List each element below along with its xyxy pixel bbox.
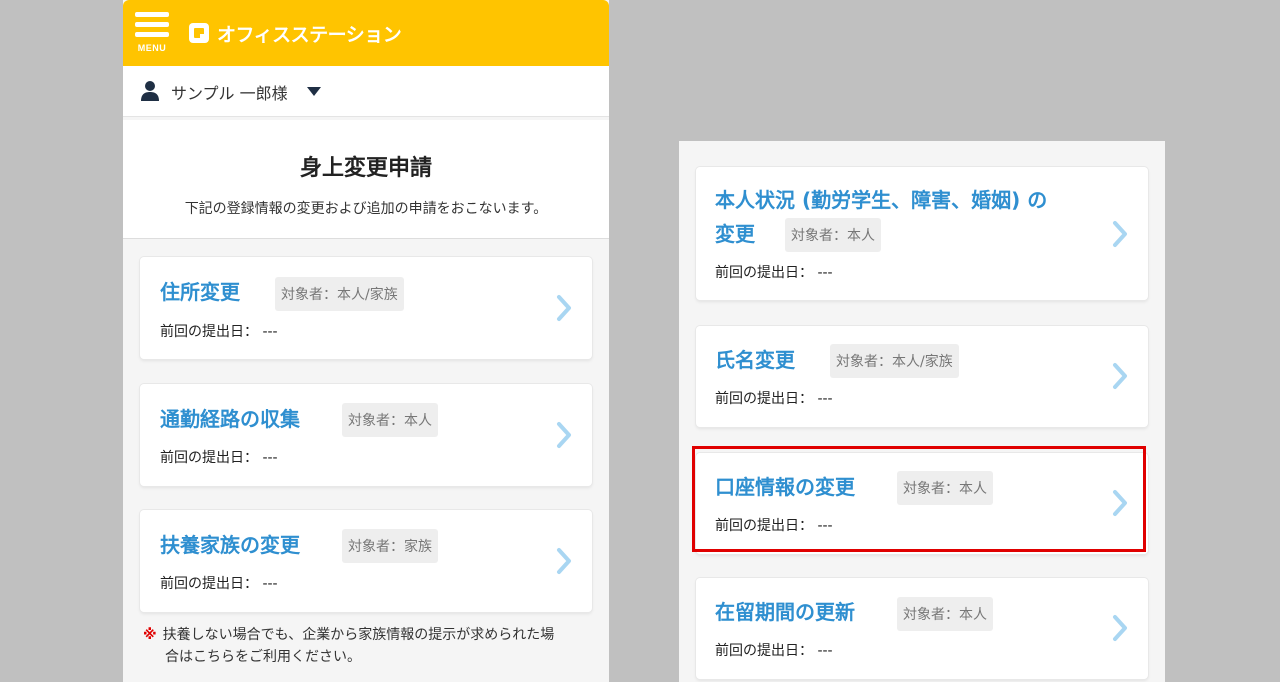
- last-submitted: 前回の提出日： ---: [715, 262, 833, 282]
- card-title: 在留期間の更新: [715, 600, 855, 624]
- user-name: サンプル 一郎様: [171, 84, 288, 103]
- chevron-right-icon: [557, 295, 571, 321]
- brand-logo[interactable]: オフィスステーション: [187, 20, 402, 46]
- brand-name: オフィスステーション: [217, 23, 402, 46]
- target-badge: 対象者：本人: [897, 597, 993, 631]
- user-menu[interactable]: サンプル 一郎様: [123, 66, 609, 117]
- card-title: 住所変更: [160, 280, 240, 304]
- right-phone-screen: 本人状況 (勤労学生、障害、婚姻) の 変更 対象者：本人 前回の提出日： --…: [679, 141, 1165, 682]
- last-submitted-value: ---: [817, 265, 833, 281]
- last-submitted-value: ---: [262, 450, 278, 466]
- left-phone-screen: MENU オフィスステーション サンプル 一郎様 身上変更申請 下記の登録情報の…: [123, 0, 609, 682]
- chevron-right-icon: [557, 422, 571, 448]
- hamburger-icon: [135, 12, 169, 17]
- last-submitted: 前回の提出日： ---: [715, 388, 833, 408]
- target-badge: 対象者：本人/家族: [275, 277, 404, 311]
- last-submitted-value: ---: [817, 391, 833, 407]
- card-title: 口座情報の変更: [715, 475, 855, 499]
- app-header: MENU オフィスステーション: [123, 0, 609, 66]
- dependents-note: ※ 扶養しない場合でも、企業から家族情報の提示が求められた場 合はこちらをご利用く…: [143, 624, 593, 668]
- last-submitted: 前回の提出日： ---: [715, 515, 833, 535]
- last-submitted-value: ---: [262, 576, 278, 592]
- target-badge: 対象者：本人: [342, 403, 438, 437]
- card-name-change[interactable]: 氏名変更 対象者：本人/家族 前回の提出日： ---: [696, 326, 1148, 427]
- last-submitted: 前回の提出日： ---: [160, 321, 278, 341]
- last-submitted: 前回の提出日： ---: [160, 573, 278, 593]
- card-title: 通勤経路の収集: [160, 407, 300, 431]
- target-badge: 対象者：本人: [897, 471, 993, 505]
- last-submitted-value: ---: [817, 518, 833, 534]
- note-line: ※ 扶養しない場合でも、企業から家族情報の提示が求められた場: [143, 624, 593, 646]
- user-icon: [141, 81, 159, 101]
- note-text-2: 合はこちらをご利用ください。: [165, 649, 361, 665]
- card-personal-status-change[interactable]: 本人状況 (勤労学生、障害、婚姻) の 変更 対象者：本人 前回の提出日： --…: [696, 167, 1148, 300]
- last-submitted-label: 前回の提出日：: [715, 643, 813, 659]
- card-address-change[interactable]: 住所変更 対象者：本人/家族 前回の提出日： ---: [140, 257, 592, 359]
- hamburger-bar: [135, 32, 169, 37]
- last-submitted-value: ---: [817, 643, 833, 659]
- note-mark: ※: [143, 627, 157, 643]
- last-submitted-label: 前回の提出日：: [160, 324, 258, 340]
- card-dependents-change[interactable]: 扶養家族の変更 対象者：家族 前回の提出日： ---: [140, 510, 592, 612]
- last-submitted-label: 前回の提出日：: [715, 265, 813, 281]
- logo-mark-icon: [189, 23, 209, 43]
- card-residence-period-renewal[interactable]: 在留期間の更新 対象者：本人 前回の提出日： ---: [696, 578, 1148, 679]
- chevron-right-icon: [1113, 363, 1127, 389]
- card-title: 氏名変更: [715, 348, 795, 372]
- page-title: 身上変更申請: [299, 156, 432, 181]
- target-badge: 対象者：本人/家族: [830, 344, 959, 378]
- card-title: 扶養家族の変更: [160, 533, 300, 557]
- last-submitted-value: ---: [262, 324, 278, 340]
- target-badge: 対象者：家族: [342, 529, 438, 563]
- hamburger-bar: [135, 22, 169, 27]
- last-submitted-label: 前回の提出日：: [160, 576, 258, 592]
- last-submitted: 前回の提出日： ---: [160, 447, 278, 467]
- page-description: 下記の登録情報の変更および追加の申請をおこないます。: [184, 201, 548, 217]
- menu-button[interactable]: MENU: [135, 10, 169, 56]
- chevron-right-icon: [1113, 221, 1127, 247]
- last-submitted-label: 前回の提出日：: [715, 391, 813, 407]
- page-header: 身上変更申請 下記の登録情報の変更および追加の申請をおこないます。: [123, 120, 609, 239]
- last-submitted: 前回の提出日： ---: [715, 640, 833, 660]
- chevron-right-icon: [1113, 615, 1127, 641]
- card-bank-account-change[interactable]: 口座情報の変更 対象者：本人 前回の提出日： ---: [696, 453, 1148, 554]
- card-title-line1: 本人状況 (勤労学生、障害、婚姻) の: [715, 188, 1048, 212]
- note-text-1: 扶養しない場合でも、企業から家族情報の提示が求められた場: [162, 627, 555, 643]
- menu-label: MENU: [137, 43, 167, 53]
- chevron-right-icon: [557, 548, 571, 574]
- target-badge: 対象者：本人: [785, 218, 881, 252]
- chevron-right-icon: [1113, 490, 1127, 516]
- last-submitted-label: 前回の提出日：: [715, 518, 813, 534]
- card-title-line2: 変更: [715, 222, 755, 246]
- last-submitted-label: 前回の提出日：: [160, 450, 258, 466]
- caret-down-icon: [307, 87, 321, 96]
- card-commute-route[interactable]: 通勤経路の収集 対象者：本人 前回の提出日： ---: [140, 384, 592, 486]
